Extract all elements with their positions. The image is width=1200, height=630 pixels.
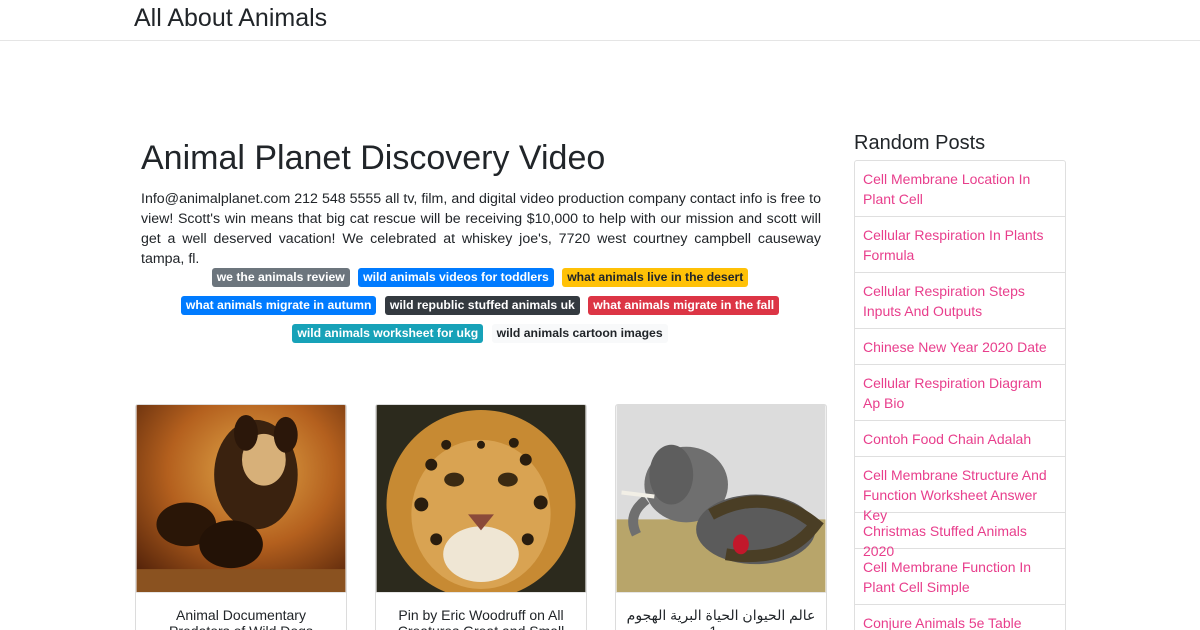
tag-link[interactable]: wild animals worksheet for ukg xyxy=(292,324,484,344)
gallery-card[interactable]: Pin by Eric Woodruff on All Creatures Gr… xyxy=(375,404,587,630)
tag-link[interactable]: what animals migrate in autumn xyxy=(180,296,377,316)
random-post-link[interactable]: Cell Membrane Function In Plant Cell Sim… xyxy=(854,548,1066,605)
card-caption: عالم الحيوان الحياة البرية الهجوم 1 ... xyxy=(626,607,816,630)
page-title: Animal Planet Discovery Video xyxy=(141,139,606,177)
tag-link[interactable]: what animals migrate in the fall xyxy=(588,296,780,316)
site-brand-link[interactable]: All About Animals xyxy=(134,3,327,33)
article-description: Info@animalplanet.com 212 548 5555 all t… xyxy=(141,191,821,267)
tag-link[interactable]: we the animals review xyxy=(211,268,350,288)
random-post-link[interactable]: Cell Membrane Structure And Function Wor… xyxy=(854,456,1066,523)
gallery-card[interactable]: Animal Documentary Predators of Wild Dog… xyxy=(135,404,347,630)
sidebar-title: Random Posts xyxy=(854,132,986,154)
random-post-link[interactable]: Cellular Respiration Steps Inputs And Ou… xyxy=(854,272,1066,329)
elephant-image[interactable] xyxy=(616,405,826,593)
random-post-link[interactable]: Chinese New Year 2020 Date xyxy=(854,328,1066,365)
card-caption: Pin by Eric Woodruff on All Creatures Gr… xyxy=(398,607,565,630)
gallery-card[interactable]: عالم الحيوان الحياة البرية الهجوم 1 ... xyxy=(615,404,827,630)
random-post-link[interactable]: Cellular Respiration Diagram Ap Bio xyxy=(854,364,1066,421)
navbar: All About Animals xyxy=(0,0,1200,41)
tag-link[interactable]: what animals live in the desert xyxy=(562,268,749,288)
tag-cloud: we the animals review wild animals video… xyxy=(134,264,826,348)
random-post-link[interactable]: Cell Membrane Location In Plant Cell xyxy=(854,160,1066,217)
jaguar-image[interactable] xyxy=(376,405,586,593)
tag-link[interactable]: wild animals cartoon images xyxy=(491,324,668,344)
random-posts-list: Cell Membrane Location In Plant Cell Cel… xyxy=(854,160,1066,630)
tag-link[interactable]: wild republic stuffed animals uk xyxy=(384,296,580,316)
sidebar: Random Posts Cell Membrane Location In P… xyxy=(854,131,1066,630)
random-post-link[interactable]: Contoh Food Chain Adalah xyxy=(854,420,1066,457)
random-post-link[interactable]: Conjure Animals 5e Table xyxy=(854,604,1066,630)
tag-link[interactable]: wild animals videos for toddlers xyxy=(358,268,554,288)
wild-dog-image[interactable] xyxy=(136,405,346,593)
random-post-link[interactable]: Cellular Respiration In Plants Formula xyxy=(854,216,1066,273)
card-caption: Animal Documentary Predators of Wild Dog… xyxy=(169,607,313,630)
